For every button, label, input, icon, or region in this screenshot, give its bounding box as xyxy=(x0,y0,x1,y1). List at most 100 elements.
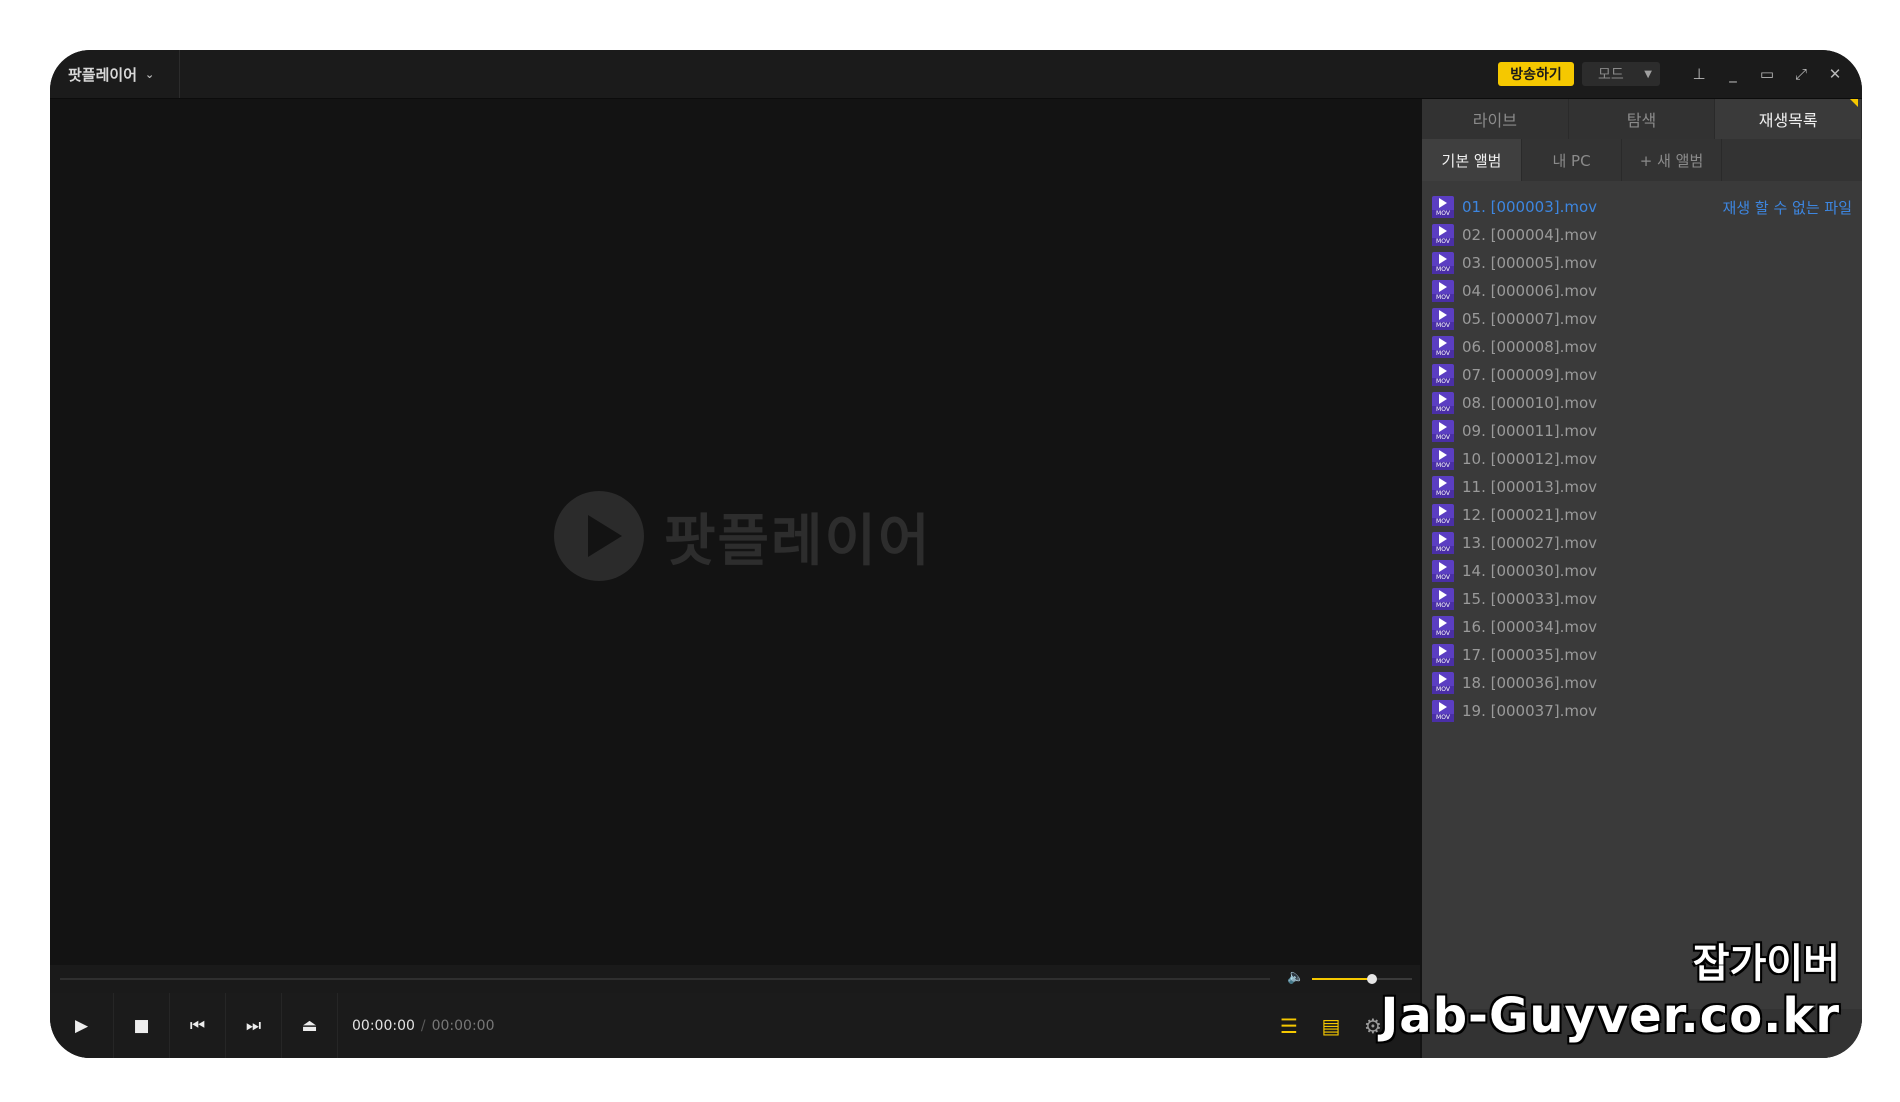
mov-file-icon xyxy=(1432,588,1454,610)
playlist-item-label: 11. [000013].mov xyxy=(1462,478,1598,496)
mov-file-icon xyxy=(1432,308,1454,330)
corner-mark xyxy=(1850,99,1858,107)
panel-tabs: 라이브 탐색 재생목록 xyxy=(1422,99,1862,139)
mov-file-icon xyxy=(1432,504,1454,526)
playlist-item-label: 01. [000003].mov xyxy=(1462,198,1598,216)
playlist-item-label: 17. [000035].mov xyxy=(1462,646,1598,664)
mov-file-icon xyxy=(1432,224,1454,246)
subtitle-icon[interactable]: ▤ xyxy=(1314,993,1348,1058)
volume-knob[interactable] xyxy=(1367,974,1377,984)
window-controls: ⊥ _ ▭ ⤢ ✕ xyxy=(1682,50,1852,98)
panel-tab-0[interactable]: 라이브 xyxy=(1422,99,1569,139)
mov-file-icon xyxy=(1432,336,1454,358)
potplayer-window: 팟플레이어 ⌄ 방송하기 모드 ▼ ⊥ _ ▭ ⤢ ✕ 팟플레이어 🔈 ▶ ■ … xyxy=(50,50,1862,1058)
caret-down-icon: ▼ xyxy=(1644,68,1652,80)
playlist-item-label: 09. [000011].mov xyxy=(1462,422,1598,440)
mov-file-icon xyxy=(1432,532,1454,554)
playlist-item[interactable]: 17. [000035].mov xyxy=(1432,641,1852,669)
playlist-item-label: 02. [000004].mov xyxy=(1462,226,1598,244)
mov-file-icon xyxy=(1432,392,1454,414)
close-icon[interactable]: ✕ xyxy=(1818,50,1852,98)
seek-bar-area: 🔈 xyxy=(50,965,1420,993)
playlist-item-label: 03. [000005].mov xyxy=(1462,254,1598,272)
playlist-item-label: 04. [000006].mov xyxy=(1462,282,1598,300)
fullscreen-icon[interactable]: ⤢ xyxy=(1784,50,1818,98)
album-tab-1[interactable]: 내 PC xyxy=(1522,139,1622,181)
playlist-item[interactable]: 18. [000036].mov xyxy=(1432,669,1852,697)
mov-file-icon xyxy=(1432,560,1454,582)
playlist-item[interactable]: 06. [000008].mov xyxy=(1432,333,1852,361)
playlist-item[interactable]: 12. [000021].mov xyxy=(1432,501,1852,529)
mov-file-icon xyxy=(1432,420,1454,442)
playlist-item[interactable]: 02. [000004].mov xyxy=(1432,221,1852,249)
playlist-item-label: 10. [000012].mov xyxy=(1462,450,1598,468)
title-bar: 팟플레이어 ⌄ 방송하기 모드 ▼ ⊥ _ ▭ ⤢ ✕ xyxy=(50,50,1862,99)
play-button[interactable]: ▶ xyxy=(50,993,114,1058)
chevron-down-icon: ⌄ xyxy=(145,67,155,81)
mov-file-icon xyxy=(1432,448,1454,470)
watermark-url: Jab-Guyver.co.kr xyxy=(1380,988,1840,1044)
playlist-item[interactable]: 13. [000027].mov xyxy=(1432,529,1852,557)
playlist-item-label: 07. [000009].mov xyxy=(1462,366,1598,384)
album-tabs: 기본 앨범 내 PC + 새 앨범 xyxy=(1422,139,1862,181)
pin-icon[interactable]: ⊥ xyxy=(1682,50,1716,98)
playlist-item[interactable]: 14. [000030].mov xyxy=(1432,557,1852,585)
volume-fill xyxy=(1312,978,1372,980)
previous-button[interactable]: ⏮ xyxy=(170,993,226,1058)
control-bar: ▶ ■ ⏮ ⏭ ⏏ 00:00:00 / 00:00:00 ☰ ▤ ⚙ xyxy=(50,993,1420,1058)
mov-file-icon xyxy=(1432,196,1454,218)
mov-file-icon xyxy=(1432,252,1454,274)
time-display: 00:00:00 / 00:00:00 xyxy=(352,993,495,1058)
app-name: 팟플레이어 xyxy=(68,65,138,84)
playlist-item[interactable]: 08. [000010].mov xyxy=(1432,389,1852,417)
playlist-item[interactable]: 04. [000006].mov xyxy=(1432,277,1852,305)
mov-file-icon xyxy=(1432,672,1454,694)
playlist-item[interactable]: 03. [000005].mov xyxy=(1432,249,1852,277)
next-button[interactable]: ⏭ xyxy=(226,993,282,1058)
playlist-item[interactable]: 01. [000003].mov 재생 할 수 없는 파일 xyxy=(1432,193,1852,221)
playlist-item[interactable]: 11. [000013].mov xyxy=(1432,473,1852,501)
playlist-item[interactable]: 10. [000012].mov xyxy=(1432,445,1852,473)
playlist-item[interactable]: 05. [000007].mov xyxy=(1432,305,1852,333)
playlist-item[interactable]: 07. [000009].mov xyxy=(1432,361,1852,389)
mode-label: 모드 xyxy=(1598,67,1624,83)
watermark: 잡가이버 Jab-Guyver.co.kr xyxy=(1380,940,1840,1044)
mov-file-icon xyxy=(1432,644,1454,666)
playlist-item-label: 19. [000037].mov xyxy=(1462,702,1598,720)
playlist-search-icon[interactable]: ☰ xyxy=(1272,993,1306,1058)
minimize-icon[interactable]: _ xyxy=(1716,50,1750,98)
mov-file-icon xyxy=(1432,476,1454,498)
total-time: 00:00:00 xyxy=(431,1017,495,1034)
playlist-item-label: 05. [000007].mov xyxy=(1462,310,1598,328)
panel-tab-1[interactable]: 탐색 xyxy=(1569,99,1716,139)
mov-file-icon xyxy=(1432,616,1454,638)
playlist-item-label: 08. [000010].mov xyxy=(1462,394,1598,412)
open-file-button[interactable]: ⏏ xyxy=(282,993,338,1058)
album-tab-0[interactable]: 기본 앨범 xyxy=(1422,139,1522,181)
watermark-title: 잡가이버 xyxy=(1692,941,1840,987)
mode-dropdown[interactable]: 모드 ▼ xyxy=(1582,62,1660,86)
playlist-item-label: 06. [000008].mov xyxy=(1462,338,1598,356)
playlist-item[interactable]: 09. [000011].mov xyxy=(1432,417,1852,445)
time-separator: / xyxy=(420,1017,426,1034)
stop-button[interactable]: ■ xyxy=(114,993,170,1058)
player-logo: 팟플레이어 xyxy=(554,491,932,581)
playlist-item[interactable]: 16. [000034].mov xyxy=(1432,613,1852,641)
side-panel: 라이브탐색재생목록 기본 앨범내 PC+ 새 앨범 01. [000003].m… xyxy=(1422,99,1862,1058)
video-area[interactable]: 팟플레이어 xyxy=(50,99,1420,965)
current-time: 00:00:00 xyxy=(352,1017,415,1034)
app-menu-button[interactable]: 팟플레이어 ⌄ xyxy=(68,50,180,98)
maximize-icon[interactable]: ▭ xyxy=(1750,50,1784,98)
playlist-item-status: 재생 할 수 없는 파일 xyxy=(1722,198,1852,217)
logo-text: 팟플레이어 xyxy=(664,508,932,574)
album-tab-2[interactable]: + 새 앨범 xyxy=(1622,139,1722,181)
volume-icon[interactable]: 🔈 xyxy=(1287,969,1304,985)
seek-bar[interactable] xyxy=(60,978,1270,980)
playlist-item[interactable]: 15. [000033].mov xyxy=(1432,585,1852,613)
playlist-item-label: 14. [000030].mov xyxy=(1462,562,1598,580)
playlist-item[interactable]: 19. [000037].mov xyxy=(1432,697,1852,725)
playlist-item-label: 15. [000033].mov xyxy=(1462,590,1598,608)
panel-tab-2[interactable]: 재생목록 xyxy=(1715,99,1862,139)
playlist-item-label: 18. [000036].mov xyxy=(1462,674,1598,692)
broadcast-button[interactable]: 방송하기 xyxy=(1498,62,1574,86)
